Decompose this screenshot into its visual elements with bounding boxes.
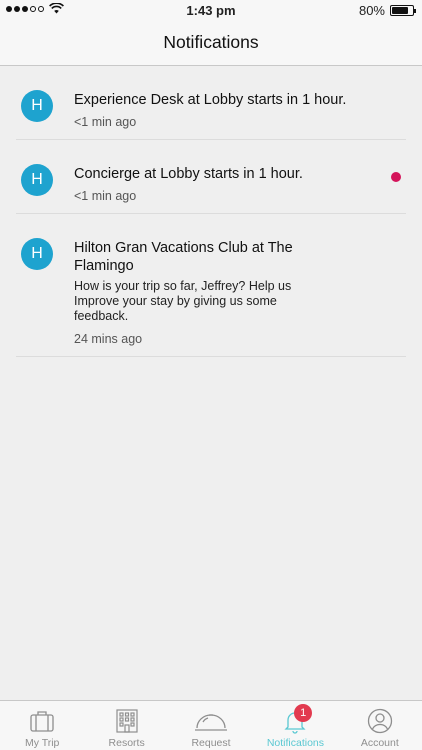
tab-label: My Trip bbox=[24, 737, 60, 749]
building-icon bbox=[116, 709, 138, 733]
hilton-avatar: H bbox=[21, 238, 53, 270]
notification-title: Experience Desk at Lobby starts in 1 hou… bbox=[74, 92, 347, 108]
battery-percent: 80% bbox=[358, 3, 385, 18]
tab-label: Resorts bbox=[108, 737, 145, 749]
hilton-avatar: H bbox=[21, 164, 53, 196]
notification-title-line2: Flamingo bbox=[74, 258, 134, 274]
notification-time: <1 min ago bbox=[74, 115, 137, 129]
navigation-bar: Notifications bbox=[0, 20, 422, 66]
notification-title: Concierge at Lobby starts in 1 hour. bbox=[74, 166, 303, 182]
page-title: Notifications bbox=[163, 32, 259, 52]
tab-label: Request bbox=[191, 737, 231, 749]
status-bar: 1:43 pm 80% bbox=[0, 0, 422, 20]
hilton-avatar: H bbox=[21, 90, 53, 122]
notification-badge: 1 bbox=[294, 704, 313, 722]
notification-item[interactable]: H Concierge at Lobby starts in 1 hour. <… bbox=[16, 140, 406, 214]
unread-indicator bbox=[391, 172, 401, 182]
service-bell-icon bbox=[195, 714, 228, 731]
notification-time: <1 min ago bbox=[74, 189, 137, 203]
tab-request[interactable]: Request bbox=[169, 701, 253, 750]
tab-notifications[interactable]: 1 Notifications bbox=[253, 701, 337, 750]
tab-my-trip[interactable]: My Trip bbox=[0, 701, 84, 750]
notification-body-line1: How is your trip so far, Jeffrey? Help u… bbox=[74, 279, 292, 293]
battery-icon bbox=[390, 5, 416, 16]
notification-body-line3: feedback. bbox=[74, 309, 129, 323]
suitcase-icon bbox=[30, 711, 54, 732]
notification-title-line1: Hilton Gran Vacations Club at The bbox=[74, 240, 293, 256]
tab-resorts[interactable]: Resorts bbox=[84, 701, 168, 750]
notification-item[interactable]: H Experience Desk at Lobby starts in 1 h… bbox=[16, 66, 406, 140]
notification-time: 24 mins ago bbox=[74, 332, 143, 346]
notification-list: H Experience Desk at Lobby starts in 1 h… bbox=[0, 66, 422, 357]
notification-item[interactable]: H Hilton Gran Vacations Club at The Flam… bbox=[16, 214, 406, 357]
tab-account[interactable]: Account bbox=[338, 701, 422, 750]
notification-body-line2: Improve your stay by giving us some bbox=[74, 294, 277, 308]
tab-bar: My Trip Resorts Request 1 Notifications … bbox=[0, 700, 422, 750]
tab-label: Notifications bbox=[266, 737, 325, 749]
person-icon bbox=[367, 708, 392, 734]
tab-label: Account bbox=[360, 737, 399, 749]
